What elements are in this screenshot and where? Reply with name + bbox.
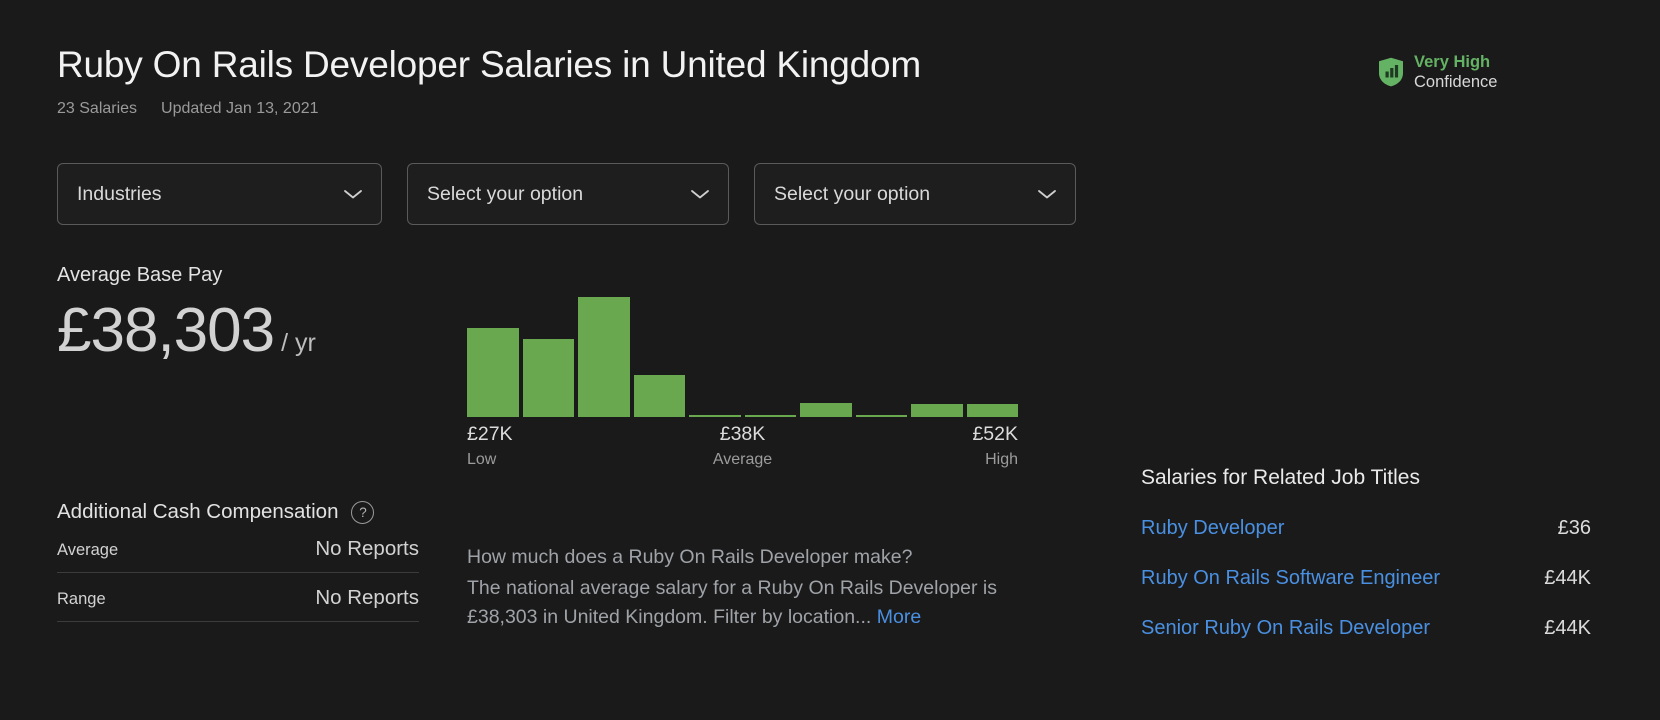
dropdown-option-3[interactable]: Select your option (754, 163, 1076, 225)
histogram-bar (522, 339, 574, 417)
dropdown-industries-label: Industries (77, 182, 162, 205)
filter-bar: Industries Select your option Select you… (57, 163, 1076, 225)
axis-label-low-caption: Low (467, 451, 497, 468)
histogram-bar (467, 328, 519, 417)
histogram-bar (578, 297, 630, 417)
chevron-down-icon (691, 190, 709, 199)
related-link-rails-software-engineer[interactable]: Ruby On Rails Software Engineer (1141, 567, 1440, 590)
dropdown-option-3-label: Select your option (774, 182, 931, 205)
axis-label-low-value: £27K (467, 423, 513, 445)
histogram-bar (744, 415, 796, 417)
page-title: Ruby On Rails Developer Salaries in Unit… (57, 44, 922, 85)
salary-page: Ruby On Rails Developer Salaries in Unit… (0, 0, 1660, 720)
axis-label-high-value: £52K (972, 423, 1018, 445)
salary-distribution-chart: £27K Low £38K Average £52K High (467, 282, 1018, 468)
confidence-badge: Very High Confidence (1378, 52, 1497, 92)
histogram-bar (855, 415, 907, 417)
dropdown-option-2[interactable]: Select your option (407, 163, 729, 225)
base-pay-value: £38,303 (57, 296, 275, 365)
average-base-pay-amount: £38,303 / yr (57, 295, 316, 366)
related-amount-senior-rails-developer: £44K (1544, 617, 1591, 639)
histogram-bars (467, 282, 1018, 417)
histogram-bar (966, 404, 1018, 417)
chevron-down-icon (344, 190, 362, 199)
confidence-text: Very High Confidence (1414, 52, 1497, 92)
axis-label-high-caption: High (985, 451, 1018, 468)
base-pay-unit: / yr (281, 329, 316, 357)
histogram-bar (633, 375, 685, 417)
acc-header: Additional Cash Compensation ? (57, 500, 419, 524)
histogram-axis: £27K Low £38K Average £52K High (467, 423, 1018, 471)
related-row: Ruby Developer £36 (1141, 517, 1591, 540)
faq-answer: The national average salary for a Ruby O… (467, 574, 1019, 631)
average-base-pay: Average Base Pay £38,303 / yr (57, 264, 316, 366)
faq-more-link[interactable]: More (877, 606, 921, 628)
related-row: Senior Ruby On Rails Developer £44K (1141, 617, 1591, 640)
histogram-bar (689, 415, 741, 417)
dropdown-industries[interactable]: Industries (57, 163, 382, 225)
acc-row-range-value: No Reports (315, 586, 419, 609)
faq-block: How much does a Ruby On Rails Developer … (467, 543, 1019, 631)
axis-label-avg-value: £38K (719, 423, 766, 445)
average-base-pay-title: Average Base Pay (57, 264, 223, 286)
related-link-ruby-developer[interactable]: Ruby Developer (1141, 517, 1284, 540)
related-link-senior-rails-developer[interactable]: Senior Ruby On Rails Developer (1141, 617, 1430, 640)
confidence-label: Confidence (1414, 73, 1498, 92)
acc-row-range: Range No Reports (57, 573, 419, 622)
acc-row-average-key: Average (57, 541, 119, 559)
related-title: Salaries for Related Job Titles (1141, 466, 1420, 489)
page-meta: 23 Salaries Updated Jan 13, 2021 (57, 100, 921, 118)
related-amount-ruby-developer: £36 (1557, 517, 1591, 539)
related-job-titles: Salaries for Related Job Titles Ruby Dev… (1141, 466, 1591, 640)
updated-date: Updated Jan 13, 2021 (161, 100, 319, 117)
axis-label-avg-caption: Average (712, 451, 773, 468)
additional-cash-compensation: Additional Cash Compensation ? Average N… (57, 500, 419, 622)
question-mark-icon[interactable]: ? (351, 500, 375, 524)
acc-row-average: Average No Reports (57, 524, 419, 573)
chevron-down-icon (1038, 190, 1056, 199)
dropdown-option-2-label: Select your option (427, 182, 584, 205)
confidence-level: Very High (1414, 53, 1491, 71)
histogram-bar (800, 403, 852, 417)
histogram-bar (911, 404, 963, 417)
salary-count: 23 Salaries (57, 100, 138, 117)
related-row: Ruby On Rails Software Engineer £44K (1141, 567, 1591, 590)
acc-row-range-key: Range (57, 590, 106, 608)
acc-row-average-value: No Reports (315, 537, 419, 560)
faq-question: How much does a Ruby On Rails Developer … (467, 546, 913, 568)
shield-bar-chart-icon (1378, 57, 1404, 87)
acc-title: Additional Cash Compensation (57, 500, 339, 523)
related-amount-rails-software-engineer: £44K (1544, 567, 1591, 589)
page-header: Ruby On Rails Developer Salaries in Unit… (57, 44, 921, 118)
